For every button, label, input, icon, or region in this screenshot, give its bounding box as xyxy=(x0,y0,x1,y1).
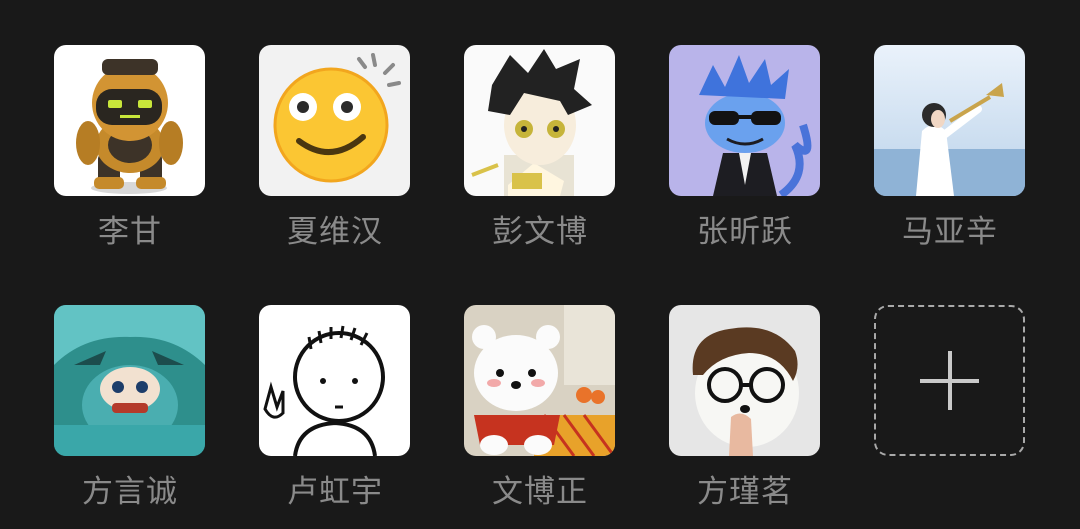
member-name: 彭文博 xyxy=(492,214,588,250)
member-tile[interactable]: 方言诚 xyxy=(54,305,206,512)
member-tile[interactable]: 马亚辛 xyxy=(874,45,1026,252)
white-bear-plush-avatar xyxy=(464,305,615,456)
member-name: 方瑾茗 xyxy=(697,474,793,510)
member-tile[interactable]: 李甘 xyxy=(54,45,206,252)
member-name: 张昕跃 xyxy=(697,214,793,250)
smiley-emoji-avatar xyxy=(259,45,410,196)
add-member-button[interactable] xyxy=(874,305,1025,456)
group-member-grid: 李甘 夏维汉 彭文博 张昕跃 马亚辛 方言诚 卢虹宇 文博正 方瑾茗 xyxy=(0,0,1080,529)
robot-avatar xyxy=(54,45,205,196)
member-name: 夏维汉 xyxy=(287,214,383,250)
glasses-plush-avatar xyxy=(669,305,820,456)
member-name: 卢虹宇 xyxy=(287,474,383,510)
member-name: 马亚辛 xyxy=(902,214,998,250)
member-tile[interactable]: 文博正 xyxy=(464,305,616,512)
teal-plush-doll-avatar xyxy=(54,305,205,456)
member-name: 方言诚 xyxy=(82,474,178,510)
anime-boy-avatar xyxy=(464,45,615,196)
member-tile[interactable]: 夏维汉 xyxy=(259,45,411,252)
member-name: 文博正 xyxy=(492,474,588,510)
member-tile[interactable]: 彭文博 xyxy=(464,45,616,252)
member-tile[interactable]: 张昕跃 xyxy=(669,45,821,252)
blue-dragon-avatar xyxy=(669,45,820,196)
member-tile[interactable]: 方瑾茗 xyxy=(669,305,821,512)
member-name: 李甘 xyxy=(98,214,162,250)
trumpet-player-avatar xyxy=(874,45,1025,196)
doodle-boy-avatar xyxy=(259,305,410,456)
member-tile[interactable]: 卢虹宇 xyxy=(259,305,411,512)
